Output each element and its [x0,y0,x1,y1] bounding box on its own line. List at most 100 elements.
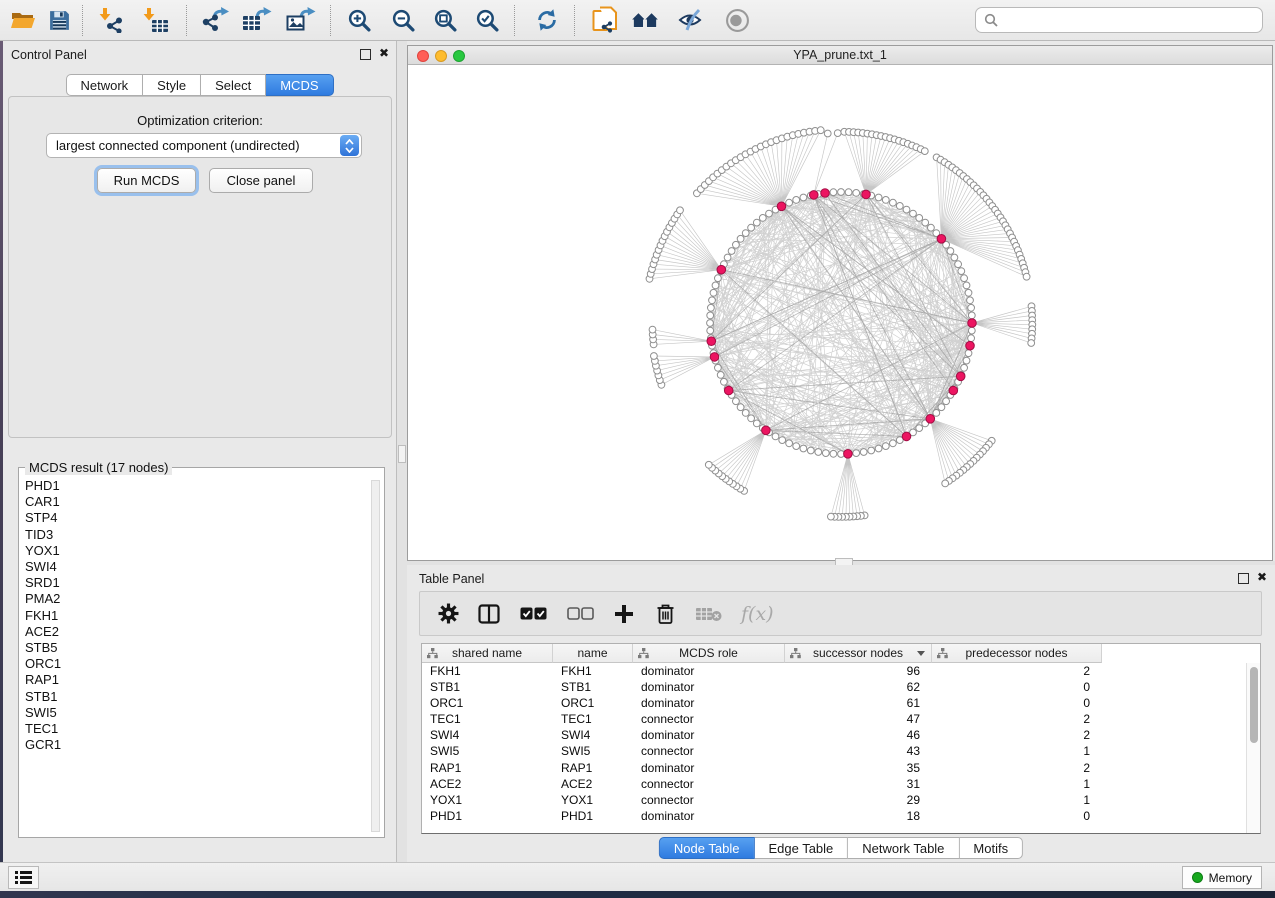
zoom-fit-icon[interactable] [430,5,460,35]
graph-node[interactable] [875,194,882,201]
graph-node[interactable] [942,480,949,487]
graph-node[interactable] [815,449,822,456]
mcds-graph-node[interactable] [810,191,819,200]
mcds-graph-node[interactable] [902,432,911,441]
graph-node[interactable] [715,275,722,282]
memory-button[interactable]: Memory [1182,866,1262,889]
graph-node[interactable] [800,194,807,201]
mcds-graph-node[interactable] [862,190,871,199]
graph-node[interactable] [817,127,824,134]
tab-motifs[interactable]: Motifs [959,837,1023,859]
table-row[interactable]: ORC1ORC1dominator610 [422,695,1260,711]
graph-node[interactable] [961,275,968,282]
graph-node[interactable] [963,282,970,289]
graph-node[interactable] [677,207,684,214]
network-window-titlebar[interactable]: YPA_prune.txt_1 [408,46,1272,65]
graph-node[interactable] [793,443,800,450]
mcds-graph-node[interactable] [956,372,965,381]
show-details-icon[interactable] [722,5,752,35]
graph-node[interactable] [968,312,975,319]
graph-node[interactable] [890,440,897,447]
mcds-graph-node[interactable] [710,353,719,362]
mcds-graph-node[interactable] [724,386,733,395]
close-panel-button[interactable]: Close panel [209,168,313,193]
zoom-selected-icon[interactable] [472,5,502,35]
home-icon[interactable] [630,5,660,35]
graph-node[interactable] [963,357,970,364]
graph-node[interactable] [910,210,917,217]
graph-node[interactable] [965,289,972,296]
graph-node[interactable] [772,433,779,440]
graph-node[interactable] [838,189,845,196]
graph-node[interactable] [742,410,749,417]
graph-node[interactable] [947,248,954,255]
mcds-result-item[interactable]: SWI4 [25,559,364,575]
mcds-result-item[interactable]: GCR1 [25,737,364,753]
network-from-document-icon[interactable] [590,5,620,35]
column-header-predecessor-nodes[interactable]: predecessor nodes [932,644,1102,663]
float-panel-icon[interactable] [1238,573,1249,584]
graph-node[interactable] [822,450,829,457]
mcds-result-item[interactable]: RAP1 [25,672,364,688]
mcds-graph-node[interactable] [968,319,977,328]
mcds-list-scrollbar[interactable] [371,480,380,832]
export-image-icon[interactable] [286,5,316,35]
zoom-out-icon[interactable] [388,5,418,35]
table-row[interactable]: SWI5SWI5connector431 [422,743,1260,759]
graph-node[interactable] [748,224,755,231]
table-row[interactable]: PHD1PHD1dominator180 [422,808,1260,824]
mcds-graph-node[interactable] [844,450,853,459]
column-header-shared-name[interactable]: shared name [422,644,553,663]
graph-node[interactable] [800,445,807,452]
delete-column-icon[interactable] [653,602,677,626]
graph-node[interactable] [921,148,928,155]
splitter-handle[interactable] [398,445,406,463]
table-row[interactable]: SWI4SWI4dominator462 [422,727,1260,743]
table-row[interactable]: FKH1FKH1dominator962 [422,663,1260,679]
mcds-result-item[interactable]: SRD1 [25,575,364,591]
graph-node[interactable] [890,199,897,206]
graph-node[interactable] [742,230,749,237]
graph-node[interactable] [834,130,841,137]
column-header-successor-nodes[interactable]: successor nodes [785,644,932,663]
graph-node[interactable] [824,130,831,137]
table-row[interactable]: TEC1TEC1connector472 [422,711,1260,727]
mcds-graph-node[interactable] [821,189,830,198]
graph-node[interactable] [916,425,923,432]
graph-node[interactable] [853,190,860,197]
table-row[interactable]: RAP1RAP1dominator352 [422,760,1260,776]
graph-node[interactable] [709,297,716,304]
graph-node[interactable] [753,219,760,226]
table-row[interactable]: YOX1YOX1connector291 [422,792,1260,808]
mcds-graph-node[interactable] [949,386,958,395]
mcds-result-item[interactable]: PMA2 [25,591,364,607]
graph-node[interactable] [779,437,786,444]
run-mcds-button[interactable]: Run MCDS [97,168,196,193]
table-row[interactable]: ACE2ACE2connector311 [422,776,1260,792]
graph-node[interactable] [1028,340,1035,347]
graph-node[interactable] [748,415,755,422]
close-panel-icon[interactable]: ✖ [1257,570,1267,584]
hide-details-icon[interactable] [676,5,706,35]
graph-node[interactable] [649,326,656,333]
graph-node[interactable] [928,224,935,231]
optimization-criterion-select[interactable]: largest connected component (undirected) [46,133,362,158]
graph-node[interactable] [737,404,744,411]
graph-node[interactable] [965,350,972,357]
tab-node-table[interactable]: Node Table [659,837,755,859]
create-column-icon[interactable] [612,602,636,626]
table-settings-gear-icon[interactable] [436,602,460,626]
graph-node[interactable] [875,445,882,452]
graph-node[interactable] [705,461,712,468]
show-column-panel-icon[interactable] [477,602,501,626]
graph-node[interactable] [968,327,975,334]
graph-node[interactable] [882,197,889,204]
graph-node[interactable] [733,241,740,248]
refresh-view-icon[interactable] [532,5,562,35]
import-network-icon[interactable] [96,5,126,35]
vertical-splitter[interactable] [397,41,407,862]
import-table-icon[interactable] [140,5,170,35]
graph-node[interactable] [958,268,965,275]
graph-node[interactable] [938,404,945,411]
graph-node[interactable] [882,443,889,450]
